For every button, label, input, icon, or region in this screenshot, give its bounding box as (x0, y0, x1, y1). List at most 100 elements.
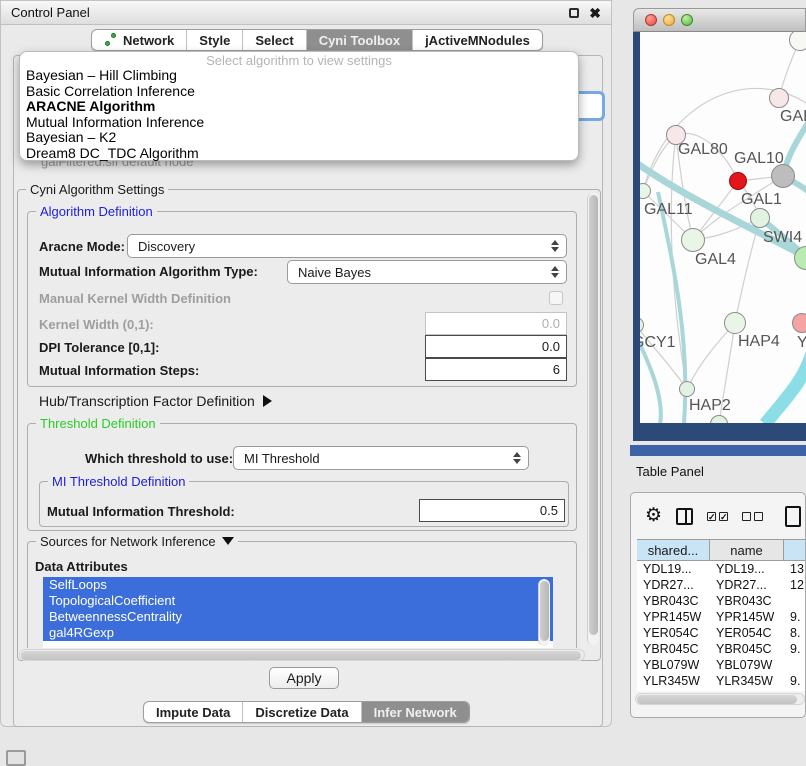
mi-steps-label: Mutual Information Steps: (39, 363, 199, 378)
table-cell: YDR27... (637, 577, 710, 593)
control-panel-window: Control Panel ✖ Network Style Select Cyn… (0, 0, 612, 727)
table-horizontal-scrollbar[interactable] (635, 693, 805, 705)
table-cell: YBR043C (710, 593, 784, 609)
minimize-traffic-icon[interactable] (663, 14, 675, 26)
mi-steps-field[interactable]: 6 (425, 358, 567, 381)
stepper-arrows-icon (548, 266, 566, 278)
settings-horizontal-scrollbar[interactable] (19, 649, 585, 661)
manual-kernel-checkbox[interactable] (549, 291, 563, 305)
dpi-tolerance-field[interactable]: 0.0 (425, 335, 567, 358)
data-attributes-label: Data Attributes (35, 559, 128, 574)
column-header-name[interactable]: name (710, 540, 784, 560)
table-row[interactable]: YBL079WYBL079W (637, 657, 806, 673)
apply-button[interactable]: Apply (269, 667, 339, 689)
table-row[interactable]: YDL19...YDL19...13 (637, 561, 806, 577)
aracne-mode-value: Discovery (138, 239, 195, 254)
gear-icon[interactable]: ⚙ (645, 506, 662, 526)
table-cell: YLR345W (710, 673, 784, 689)
table-row[interactable]: YER054CYER054C8. (637, 625, 806, 641)
column-header-partial[interactable] (784, 540, 806, 560)
table-cell: YBL079W (710, 657, 784, 673)
network-node-y[interactable] (792, 313, 806, 333)
table-cell: 9. (784, 609, 806, 625)
attribute-list-item[interactable]: TopologicalCoefficient (43, 593, 553, 609)
table-cell: YDL19... (637, 561, 710, 577)
tab-label: Infer Network (374, 705, 457, 720)
node-label: GAL11 (644, 201, 693, 219)
network-window-titlebar[interactable] (633, 8, 806, 32)
kernel-width-field[interactable]: 0.0 (425, 312, 567, 335)
network-node-hap2[interactable] (679, 381, 695, 397)
table-cell (784, 657, 806, 673)
tab-label: jActiveMNodules (425, 33, 530, 48)
which-threshold-value: MI Threshold (244, 451, 320, 466)
close-traffic-icon[interactable] (645, 14, 657, 26)
network-node-hap4[interactable] (724, 312, 746, 334)
algorithm-option[interactable]: ARACNE Algorithm (20, 99, 578, 115)
window-title: Control Panel (11, 5, 90, 20)
node-label: SWI4 (763, 229, 802, 247)
network-node[interactable] (729, 172, 747, 190)
float-window-icon[interactable] (569, 8, 579, 18)
columns-icon[interactable] (676, 508, 693, 525)
hub-definition-toggle[interactable]: Hub/Transcription Factor Definition (39, 393, 272, 409)
table-cell: YDL19... (710, 561, 784, 577)
tab-label: Discretize Data (255, 705, 348, 720)
algorithm-option[interactable]: Bayesian – K2 (20, 130, 578, 146)
mi-type-combobox[interactable]: Naive Bayes (287, 260, 567, 284)
table-row[interactable]: YBR043CYBR043C (637, 593, 806, 609)
kernel-width-label: Kernel Width (0,1): (39, 317, 154, 332)
table-row[interactable]: YBR045CYBR045C9. (637, 641, 806, 657)
close-icon[interactable]: ✖ (589, 8, 601, 18)
node-label: GAL8 (780, 108, 806, 126)
table-cell: 9. (784, 641, 806, 657)
export-table-icon[interactable] (785, 506, 801, 527)
algorithm-option[interactable]: Dream8 DC_TDC Algorithm (20, 146, 578, 162)
node-label: GAL10 (734, 150, 784, 168)
which-threshold-combobox[interactable]: MI Threshold (233, 446, 529, 470)
table-row[interactable]: YIL052CYIL052C9 (637, 689, 806, 691)
network-canvas[interactable]: GAL8GAL80GAL10GAL11GAL1SWI4GAL4GCY1HAP4Y… (640, 32, 806, 423)
table-cell: YBR043C (637, 593, 710, 609)
table-row[interactable]: YPR145WYPR145W9. (637, 609, 806, 625)
attribute-list-item[interactable]: SelfLoops (43, 577, 553, 593)
table-cell (784, 593, 806, 609)
tab-select[interactable]: Select (243, 30, 306, 50)
sources-title-text: Sources for Network Inference (40, 534, 216, 549)
table-cell: 9. (784, 673, 806, 689)
attribute-list-scrollbar[interactable] (538, 579, 550, 646)
network-icon (104, 33, 118, 47)
network-node-gal1[interactable] (750, 208, 770, 228)
algorithm-definition-title: Algorithm Definition (36, 204, 157, 219)
algorithm-option[interactable]: Mutual Information Inference (20, 115, 578, 131)
tab-discretize-data[interactable]: Discretize Data (243, 702, 361, 722)
minimized-panel-icon[interactable] (6, 750, 26, 766)
aracne-mode-combobox[interactable]: Discovery (127, 234, 567, 258)
table-cell: YIL052C (710, 689, 784, 691)
node-label: GCY1 (640, 334, 676, 352)
column-header-shared-name[interactable]: shared... (637, 540, 710, 560)
tab-cyni-toolbox[interactable]: Cyni Toolbox (307, 30, 413, 50)
algorithm-option[interactable]: Bayesian – Hill Climbing (20, 68, 578, 84)
table-row[interactable]: YLR345WYLR345W9. (637, 673, 806, 689)
deselect-all-columns-icon[interactable] (742, 512, 763, 521)
tab-network[interactable]: Network (92, 30, 187, 50)
chevron-down-icon[interactable] (222, 537, 234, 545)
attribute-list-item[interactable]: BetweennessCentrality (43, 609, 553, 625)
tab-infer-network[interactable]: Infer Network (362, 702, 469, 722)
zoom-traffic-icon[interactable] (681, 14, 693, 26)
network-node-gal4[interactable] (681, 228, 705, 252)
network-node-gal8[interactable] (769, 88, 789, 108)
tab-label: Cyni Toolbox (319, 33, 400, 48)
tab-style[interactable]: Style (187, 30, 243, 50)
select-all-columns-icon[interactable]: ✓✓ (707, 512, 728, 521)
table-cell: YIL052C (637, 689, 710, 691)
tab-impute-data[interactable]: Impute Data (144, 702, 243, 722)
settings-vertical-scrollbar[interactable] (587, 193, 599, 645)
table-toolbar: ⚙ ✓✓ (631, 499, 805, 533)
tab-jactivemnodules[interactable]: jActiveMNodules (413, 30, 542, 50)
algorithm-option[interactable]: Basic Correlation Inference (20, 84, 578, 100)
table-row[interactable]: YDR27...YDR27...12 (637, 577, 806, 593)
attribute-list-item[interactable]: gal4RGexp (43, 625, 553, 641)
mi-threshold-field[interactable]: 0.5 (419, 499, 565, 522)
